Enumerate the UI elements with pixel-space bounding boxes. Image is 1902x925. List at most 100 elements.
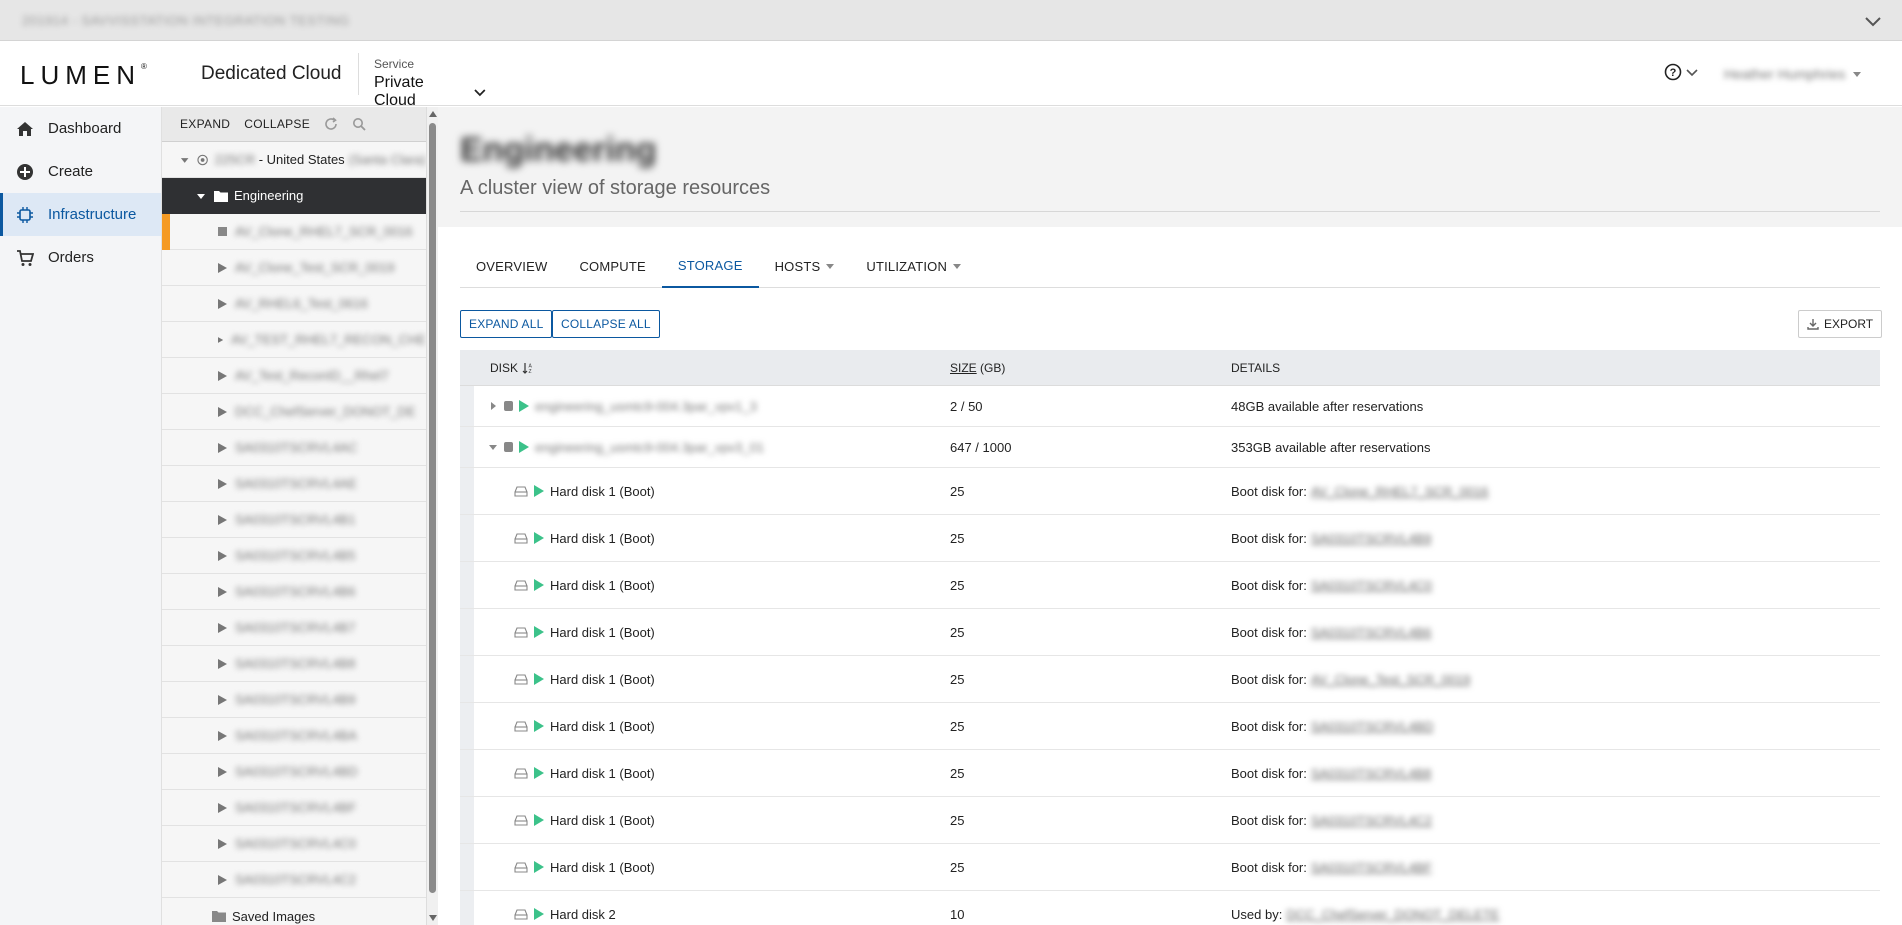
tab-storage[interactable]: STORAGE <box>661 245 759 288</box>
play-icon <box>218 514 227 525</box>
vm-link[interactable]: AV_Clone_RHEL7_SCR_0016 <box>1311 484 1489 499</box>
disk-details-prefix: Boot disk for: <box>1231 624 1307 640</box>
tree-node-engineering[interactable]: Engineering <box>162 178 426 214</box>
nav-item-orders[interactable]: Orders <box>0 236 161 279</box>
tree-node-vm[interactable]: SA0310TSCRVL4B5 <box>162 538 426 574</box>
user-menu[interactable]: Heather Humphries <box>1724 66 1862 82</box>
disk-row[interactable]: Hard disk 1 (Boot) 25 Boot disk for: SA0310… <box>460 750 1880 797</box>
tree-node-vm[interactable]: AV_RHEL6_Test_0616 <box>162 286 426 322</box>
disk-size: 25 <box>950 577 965 593</box>
disk-row[interactable]: Hard disk 1 (Boot) 25 Boot disk for: AV_Clo… <box>460 656 1880 703</box>
datastore-row[interactable]: engineering_usmtc9-004.3par_vpv3_01 647 /… <box>460 427 1880 468</box>
nav-item-dashboard[interactable]: Dashboard <box>0 107 161 150</box>
service-value: Private Cloud <box>374 74 424 109</box>
disk-row[interactable]: Hard disk 1 (Boot) 25 Boot disk for: SA0310… <box>460 844 1880 891</box>
tree-node-vm[interactable]: AV_Clone_RHEL7_SCR_0016 <box>162 214 426 250</box>
tab-hosts[interactable]: HOSTS <box>759 245 851 288</box>
datastore-icon <box>504 442 513 452</box>
tree-node-vm[interactable]: SA0310TSCRVL4C0 <box>162 826 426 862</box>
tree-node-vm[interactable]: SA0310TSCRVL4B7 <box>162 610 426 646</box>
sort-icon[interactable]: AZ <box>522 362 534 374</box>
tab-utilization[interactable]: UTILIZATION <box>850 245 977 288</box>
tree-node-vm[interactable]: SA0310TSCRVL4BA <box>162 718 426 754</box>
tree-node-vm[interactable]: SA0310TSCRVL4B1 <box>162 502 426 538</box>
tree-node-vm[interactable]: AV_Clone_Test_SCR_0019 <box>162 250 426 286</box>
disk-size: 10 <box>950 906 965 922</box>
tree-expand-button[interactable]: EXPAND <box>180 117 230 131</box>
column-disk[interactable]: DISK AZ <box>460 361 950 375</box>
nav-item-infrastructure[interactable]: Infrastructure <box>0 193 161 236</box>
disk-row[interactable]: Hard disk 1 (Boot) 25 Boot disk for: SA0310… <box>460 562 1880 609</box>
column-size[interactable]: SIZE (GB) <box>950 361 1231 375</box>
refresh-icon[interactable] <box>324 117 338 131</box>
service-selector[interactable]: Service Private Cloud <box>362 48 498 109</box>
tree-node-vm[interactable]: SA0310TSCRVL4BD <box>162 754 426 790</box>
tree-node-vm[interactable]: AV_TEST_RHEL7_RECON_CHE <box>162 322 426 358</box>
tree-root-label: - United States <box>255 152 345 167</box>
disk-row[interactable]: Hard disk 1 (Boot) 25 Boot disk for: SA0310… <box>460 609 1880 656</box>
vm-link[interactable]: SA0310TSCRVL4B8 <box>1311 766 1431 781</box>
help-menu[interactable]: ? <box>1664 63 1698 81</box>
nav-item-create[interactable]: Create <box>0 150 161 193</box>
cart-icon <box>17 249 34 266</box>
datastore-details: 353GB available after reservations <box>1231 439 1431 455</box>
tree-node-vm[interactable]: AV_Test_ReconID__Rhel7 <box>162 358 426 394</box>
vm-link[interactable]: SA0310TSCRVL4C0 <box>1311 578 1432 593</box>
disk-row[interactable]: Hard disk 1 (Boot) 25 Boot disk for: SA0310… <box>460 703 1880 750</box>
row-gutter <box>460 703 474 749</box>
tree-root-location: (Santa Clara) <box>348 152 426 167</box>
export-button[interactable]: EXPORT <box>1798 310 1883 338</box>
vm-link[interactable]: SA0310TSCRVL4B6 <box>1311 625 1431 640</box>
vm-link[interactable]: AV_Clone_Test_SCR_0019 <box>1311 672 1470 687</box>
tree-node-vm[interactable]: DCC_ChefServer_DONOT_DE <box>162 394 426 430</box>
scroll-down-icon[interactable] <box>429 915 437 921</box>
chevron-down-icon[interactable] <box>1864 12 1882 30</box>
tree-node-saved-images[interactable]: Saved Images <box>162 898 426 925</box>
tab-overview[interactable]: OVERVIEW <box>460 245 563 288</box>
tab-compute[interactable]: COMPUTE <box>563 245 661 288</box>
scroll-up-icon[interactable] <box>429 111 437 117</box>
search-icon[interactable] <box>352 117 366 131</box>
collapse-all-button[interactable]: COLLAPSE ALL <box>552 310 660 338</box>
caret-right-icon[interactable] <box>488 401 498 411</box>
tree-node-vm[interactable]: SA0310TSCRVL4B9 <box>162 682 426 718</box>
tree-scrollbar[interactable] <box>426 107 438 925</box>
caret-down-icon[interactable] <box>488 442 498 452</box>
nav-label: Create <box>48 163 94 180</box>
disk-row[interactable]: Hard disk 1 (Boot) 25 Boot disk for: SA0310… <box>460 515 1880 562</box>
disk-name: Hard disk 1 (Boot) <box>550 530 655 546</box>
tree-node-vm[interactable]: SA0310TSCRVL4BF <box>162 790 426 826</box>
vm-link[interactable]: DCC_ChefServer_DONOT_DELETE <box>1286 907 1499 922</box>
play-icon <box>218 550 227 561</box>
tree-node-label: Engineering <box>234 188 304 203</box>
tree-node-vm[interactable]: SA0310TSCRVL4C2 <box>162 862 426 898</box>
tree-root-node[interactable]: 225CR - United States (Santa Clara) <box>162 142 426 178</box>
vm-link[interactable]: SA0310TSCRVL4B9 <box>1311 531 1431 546</box>
lumen-logo[interactable]: LUMEN® <box>20 60 147 91</box>
disk-size: 25 <box>950 859 965 875</box>
tree-collapse-button[interactable]: COLLAPSE <box>244 117 310 131</box>
vm-link[interactable]: SA0310TSCRVL4BD <box>1311 719 1434 734</box>
expand-all-button[interactable]: EXPAND ALL <box>460 310 553 338</box>
main-panel: Engineering A cluster view of storage re… <box>438 107 1902 925</box>
disk-details-prefix: Boot disk for: <box>1231 718 1307 734</box>
vm-link[interactable]: SA0310TSCRVL4C2 <box>1311 813 1432 828</box>
play-icon <box>218 874 227 885</box>
disk-details-prefix: Boot disk for: <box>1231 530 1307 546</box>
product-name: Dedicated Cloud <box>201 63 342 84</box>
tree-node-vm[interactable]: SA0310TSCRVL4B6 <box>162 574 426 610</box>
disk-row[interactable]: Hard disk 1 (Boot) 25 Boot disk for: SA0310… <box>460 797 1880 844</box>
scrollbar-thumb[interactable] <box>429 123 436 893</box>
tree-node-vm[interactable]: SA0310TSCRVL4B8 <box>162 646 426 682</box>
tab-label: STORAGE <box>677 258 743 273</box>
caret-down-icon[interactable] <box>180 155 189 165</box>
disk-row[interactable]: Hard disk 1 (Boot) 25 Boot disk for: AV_Clo… <box>460 468 1880 515</box>
tree-node-vm[interactable]: SA0310TSCRVL4AE <box>162 466 426 502</box>
row-gutter <box>460 844 474 890</box>
disk-row[interactable]: Hard disk 2 10 Used by: DCC_ChefServer_DONO… <box>460 891 1880 925</box>
tree-node-vm[interactable]: SA0310TSCRVL4AC <box>162 430 426 466</box>
datastore-row[interactable]: engineering_usmtc9-004.3par_vpv1_3 2 / 50… <box>460 386 1880 427</box>
tree-node-label: AV_TEST_RHEL7_RECON_CHE <box>231 332 426 347</box>
vm-link[interactable]: SA0310TSCRVL4BF <box>1311 860 1432 875</box>
caret-down-icon[interactable] <box>196 191 206 201</box>
